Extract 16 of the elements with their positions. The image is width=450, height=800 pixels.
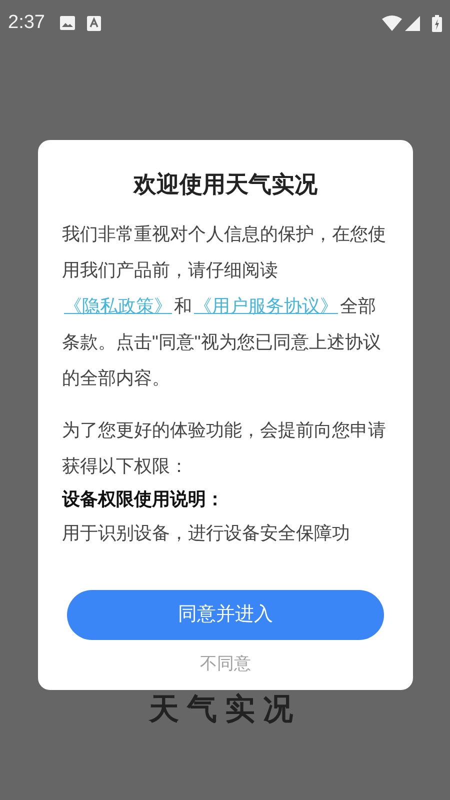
wifi-icon: [382, 15, 402, 31]
permission-heading: 设备权限使用说明：: [62, 488, 225, 511]
intro-paragraph: 我们非常重视对个人信息的保护，在您使用我们产品前，请仔细阅读 《隐私政策》和《用户服务协议》全部条款。点击"同意"视为您已同意上述协议的全部内容。: [62, 223, 387, 390]
font-icon: [86, 16, 101, 30]
permission-text: 用于识别设备，进行设备安全保障功: [62, 522, 351, 545]
policy-link[interactable]: 《用户服务协议》: [194, 296, 338, 316]
signal-icon: [405, 16, 420, 30]
agree-button[interactable]: 同意并进入: [67, 590, 384, 640]
decline-button[interactable]: 不同意: [200, 650, 251, 678]
status-time: 2:37: [8, 10, 45, 35]
battery-icon: [432, 14, 442, 32]
dialog-title: 欢迎使用天气实况: [132, 170, 318, 199]
app-title: 天气实况: [149, 692, 301, 728]
policy-link[interactable]: 《隐私政策》: [64, 296, 172, 316]
image-icon: [60, 16, 75, 30]
permissions-paragraph: 为了您更好的体验功能，会提前向您申请获得以下权限：: [62, 419, 387, 478]
